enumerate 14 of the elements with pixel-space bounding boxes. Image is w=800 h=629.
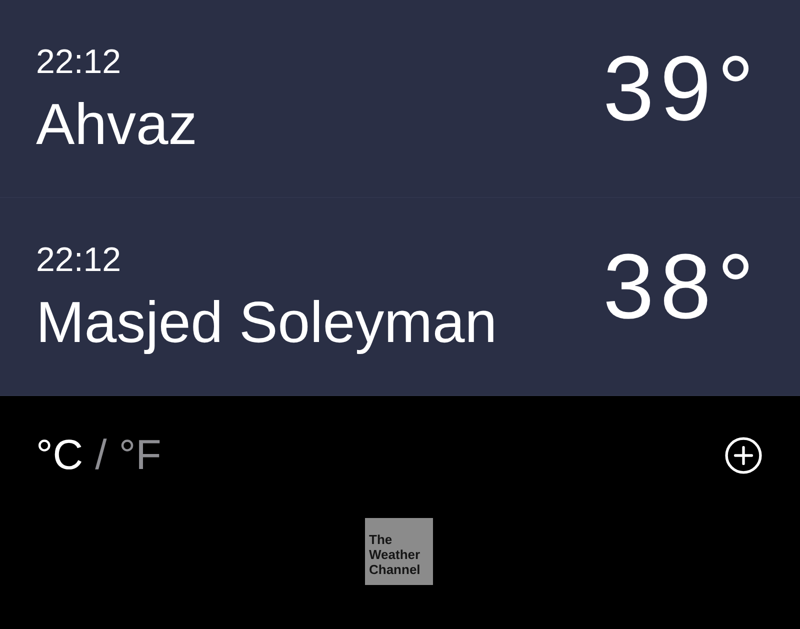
local-time: 22:12 <box>36 42 122 82</box>
logo-tile[interactable]: The Weather Channel <box>365 518 433 585</box>
unit-separator: / <box>95 434 107 476</box>
city-name: Masjed Soleyman <box>36 292 497 354</box>
add-location-button[interactable] <box>725 436 762 474</box>
local-time: 22:12 <box>36 240 122 280</box>
temperature: 39° <box>602 42 760 134</box>
location-row[interactable]: 22:12 Ahvaz 39° <box>0 0 800 198</box>
unit-toggle[interactable]: °C <box>36 434 84 476</box>
location-row[interactable]: 22:12 Masjed Soleyman 38° <box>0 198 800 396</box>
plus-circle-icon <box>725 436 762 474</box>
city-name: Ahvaz <box>36 94 198 156</box>
unit-toggle[interactable]: °F <box>118 434 162 476</box>
temperature: 38° <box>602 240 760 332</box>
